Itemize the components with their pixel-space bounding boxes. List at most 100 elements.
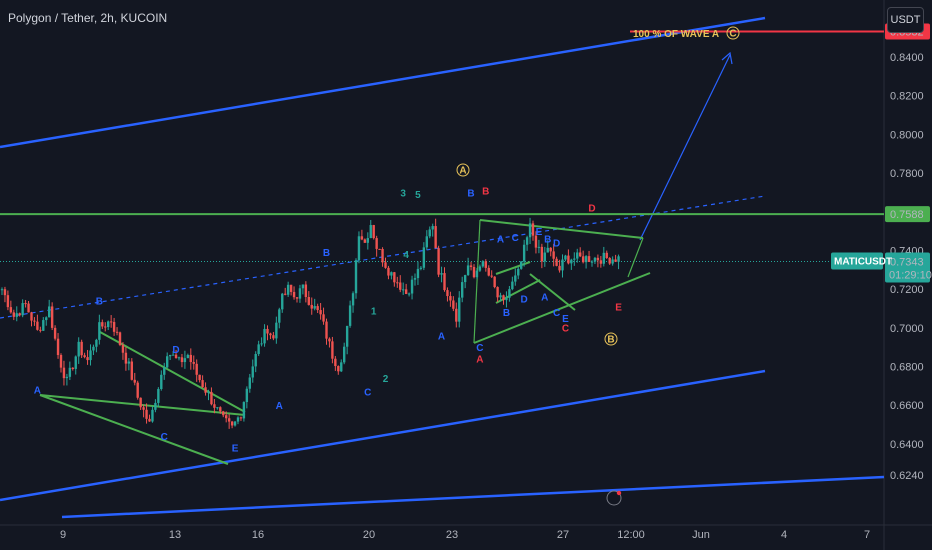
price-tick-label: 0.7200 — [890, 284, 924, 296]
candle-body — [334, 358, 337, 367]
wave-label: A — [497, 235, 504, 246]
candle-body — [148, 418, 151, 422]
candle-body — [233, 421, 237, 426]
candle-body — [599, 260, 603, 264]
candle-body — [351, 293, 355, 306]
candle-body — [183, 358, 187, 363]
wave-label: D — [172, 345, 179, 356]
symbol-legend[interactable]: Polygon / Tether, 2h, KUCOIN — [8, 11, 167, 25]
candle-body — [425, 236, 428, 248]
candle-body — [546, 247, 549, 253]
candle-body — [440, 273, 443, 275]
candle-body — [109, 321, 113, 323]
candle-body — [419, 267, 423, 269]
candle-body — [48, 306, 51, 318]
candle-body — [163, 367, 166, 375]
candle-body — [481, 261, 485, 267]
price-chart[interactable]: BACDEAB1C23 54AB BCAA CEB DBD ACECDEAB100 % O… — [0, 0, 932, 550]
candle-body — [372, 225, 375, 239]
candle-body — [68, 367, 72, 377]
candle-body — [472, 266, 476, 278]
candle-body — [537, 246, 541, 248]
candles-layer — [0, 217, 620, 429]
candle-body — [101, 322, 104, 327]
candle-body — [611, 259, 614, 264]
candle-body — [18, 313, 21, 316]
currency-button[interactable]: USDT — [887, 7, 924, 33]
price-tick-label: 0.6600 — [890, 400, 924, 412]
time-tick-label: 16 — [252, 529, 264, 541]
wave-label: D — [588, 204, 595, 215]
candle-body — [593, 257, 597, 262]
wedge-line — [529, 273, 576, 311]
candle-body — [463, 275, 467, 283]
bottom-trend-line — [61, 475, 885, 519]
candle-body — [384, 262, 387, 268]
circle-label-c: C — [729, 29, 736, 40]
candle-body — [127, 361, 131, 364]
wave-label: C — [562, 324, 569, 335]
candle-body — [236, 417, 240, 422]
price-tick-label: 0.7000 — [890, 323, 924, 335]
candle-body — [461, 282, 464, 298]
candle-body — [416, 268, 420, 279]
candle-body — [295, 297, 299, 299]
candle-body — [366, 238, 369, 243]
candle-body — [511, 281, 514, 290]
candle-body — [407, 293, 411, 295]
wave-label: 3 — [400, 188, 406, 199]
wave-label: D — [553, 239, 560, 250]
candle-body — [567, 255, 570, 264]
wave-label: C — [512, 233, 519, 244]
time-tick-label: 13 — [169, 529, 181, 541]
wave-label: C — [161, 432, 168, 443]
candle-body — [475, 270, 479, 278]
candle-body — [15, 313, 18, 317]
candle-body — [195, 363, 198, 375]
candle-body — [614, 259, 617, 262]
candle-body — [452, 300, 455, 309]
candle-body — [596, 257, 600, 261]
candle-body — [434, 226, 437, 249]
wave-label: E — [536, 227, 543, 238]
time-tick-label: 4 — [781, 529, 787, 541]
candle-body — [248, 377, 251, 389]
candle-body — [42, 320, 45, 331]
candle-body — [198, 374, 201, 381]
wave-label: C — [364, 387, 371, 398]
candle-body — [437, 248, 440, 275]
wave-label: A — [276, 401, 283, 412]
candle-body — [278, 309, 281, 323]
current-price-tag: 0.7343 — [890, 256, 924, 268]
candle-body — [89, 350, 92, 361]
candle-body — [343, 346, 346, 363]
candle-body — [357, 236, 361, 261]
candle-body — [307, 296, 310, 305]
candle-body — [239, 417, 243, 419]
candle-body — [192, 362, 195, 364]
candle-body — [375, 238, 378, 249]
wave-label: B — [467, 188, 474, 199]
wave-label: B — [96, 297, 103, 308]
wave-label: 5 — [415, 190, 421, 201]
ticker-name-tag: MATICUSDT — [834, 256, 892, 267]
candle-body — [564, 255, 567, 260]
candle-body — [260, 343, 263, 345]
candle-body — [410, 279, 414, 294]
candle-body — [555, 258, 558, 266]
candle-body — [284, 293, 287, 295]
candle-body — [104, 326, 107, 328]
candle-body — [617, 256, 620, 262]
candle-body — [587, 256, 591, 263]
candle-body — [216, 407, 219, 409]
lower-channel-line — [0, 369, 766, 502]
candle-body — [225, 415, 228, 419]
resistance-price-tag: 0.7588 — [890, 209, 924, 221]
circle-label-a: A — [459, 166, 466, 177]
wave-label: 1 — [371, 306, 377, 317]
price-tick-label: 0.7800 — [890, 168, 924, 180]
candle-body — [142, 407, 145, 410]
candle-body — [466, 265, 470, 276]
candle-body — [263, 328, 266, 344]
price-tick-label: 0.8200 — [890, 91, 924, 103]
